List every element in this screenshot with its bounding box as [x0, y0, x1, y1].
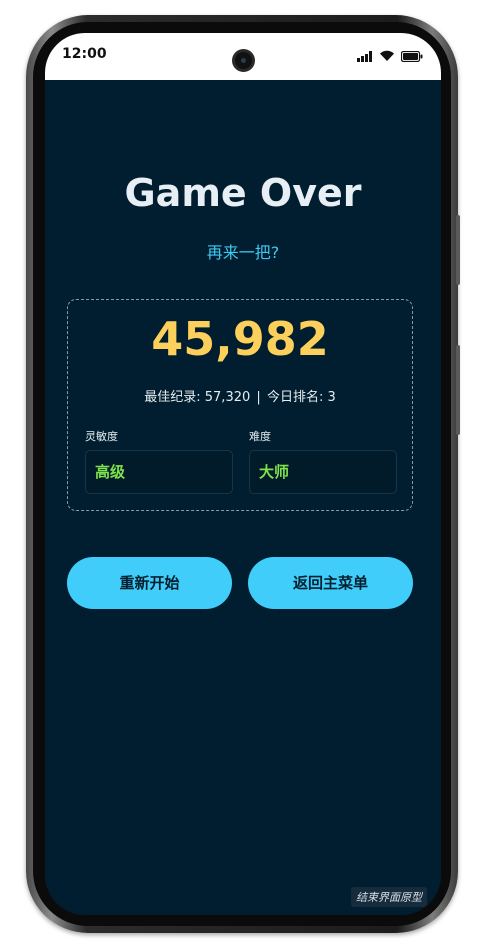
restart-button[interactable]: 重新开始 [67, 557, 232, 609]
wifi-icon [380, 50, 394, 61]
score-card: 45,982 最佳纪录: 57,320 | 今日排名: 3 灵敏度 高级 难度 … [67, 299, 413, 511]
prototype-watermark: 结束界面原型 [351, 887, 427, 907]
status-bar: 12:00 [45, 33, 441, 80]
best-record-value: 57,320 [204, 390, 251, 405]
best-record-label: 最佳纪录: [144, 390, 201, 405]
front-camera [232, 49, 255, 72]
score-meta: 最佳纪录: 57,320 | 今日排名: 3 [68, 386, 412, 405]
play-again-prompt[interactable]: 再来一把? [45, 239, 441, 263]
game-over-screen: Game Over 再来一把? 45,982 最佳纪录: 57,320 | 今日… [45, 80, 441, 915]
meta-separator: | [256, 390, 261, 405]
main-menu-button[interactable]: 返回主菜单 [248, 557, 413, 609]
signal-icon [357, 50, 372, 62]
status-icons [357, 50, 423, 62]
sensitivity-field: 高级 [85, 450, 233, 494]
final-score: 45,982 [151, 312, 329, 366]
battery-icon [401, 50, 423, 62]
volume-button [456, 345, 460, 435]
difficulty-field: 大师 [249, 450, 397, 494]
daily-rank-value: 3 [327, 390, 336, 405]
phone-screen: 12:00 Game Over 再来一把? 45,982 最佳纪录: 57,32… [45, 33, 441, 915]
sensitivity-label: 灵敏度 [85, 430, 118, 443]
game-over-title: Game Over [124, 171, 362, 215]
status-time: 12:00 [62, 46, 107, 62]
difficulty-label: 难度 [249, 430, 271, 443]
power-button [456, 215, 460, 285]
daily-rank-label: 今日排名: [266, 390, 324, 405]
